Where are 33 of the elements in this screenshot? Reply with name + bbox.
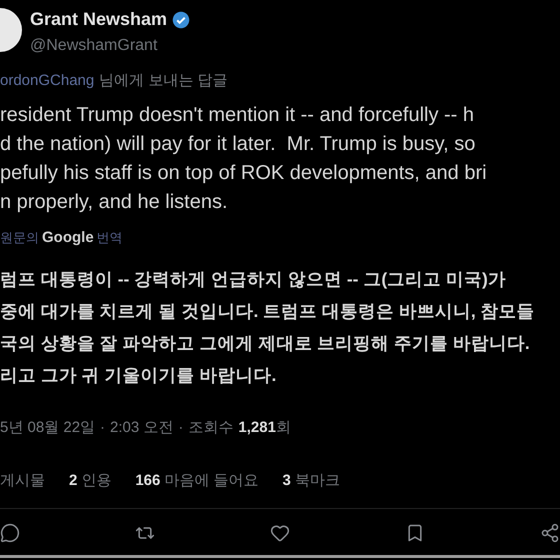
separator-dot: · — [178, 418, 184, 438]
tweet-text-line: resident Trump doesn't mention it -- and forcefully -- h — [0, 102, 476, 128]
avatar[interactable] — [0, 8, 22, 52]
stat-label[interactable]: 북마크 — [294, 470, 340, 492]
post-date[interactable]: 5년 08월 22일 — [0, 417, 96, 440]
translated-text-line: 럼프 대통령이 -- 강력하게 언급하지 않으면 -- 그(그리고 미국)가 — [0, 268, 507, 291]
reply-icon[interactable] — [0, 523, 20, 543]
google-brand: Google — [42, 228, 94, 248]
stat-count: 2 — [69, 470, 78, 490]
tweet-text-line: pefully his staff is on top of ROK developments, and bri — [0, 160, 488, 186]
post-time[interactable]: 2:03 오전 — [110, 417, 174, 440]
reply-label: 님에게 보내는 답글 — [99, 71, 228, 91]
tweet-text-line: n properly, and he listens. — [0, 190, 229, 214]
mention-link[interactable]: ordonGChang — [0, 70, 94, 92]
stat-label[interactable]: 인용 — [81, 470, 112, 492]
translated-text-line: 리고 그가 귀 기울이기를 바랍니다. — [0, 364, 278, 387]
translated-text-line: 중에 대가를 치르게 될 것입니다. 트럼프 대통령은 바쁘시니, 참모들 — [0, 300, 536, 323]
translation-label: 원문의 — [0, 229, 39, 247]
share-icon[interactable] — [540, 523, 560, 543]
translation-link[interactable]: 번역 — [96, 228, 123, 248]
views-label: 조회수 — [188, 418, 234, 438]
heart-icon[interactable] — [270, 523, 290, 543]
stat-label[interactable]: 게시물 — [0, 470, 45, 492]
tweet-text-line: d the nation) will pay for it later. Mr. Trump is busy, so — [0, 132, 476, 156]
stat-count: 3 — [282, 470, 291, 490]
author-name[interactable]: Grant Newsham — [30, 6, 168, 33]
stat-count: 166 — [135, 470, 160, 490]
views-suffix: 회 — [276, 418, 291, 438]
author-handle[interactable]: @NewshamGrant — [30, 34, 190, 58]
separator-dot: · — [100, 418, 106, 438]
translated-text-line: 국의 상황을 잘 파악하고 그에게 제대로 브리핑해 주기를 바랍니다. — [0, 332, 531, 355]
stat-label[interactable]: 마음에 들어요 — [164, 470, 259, 492]
views-count: 1,281 — [238, 418, 276, 438]
